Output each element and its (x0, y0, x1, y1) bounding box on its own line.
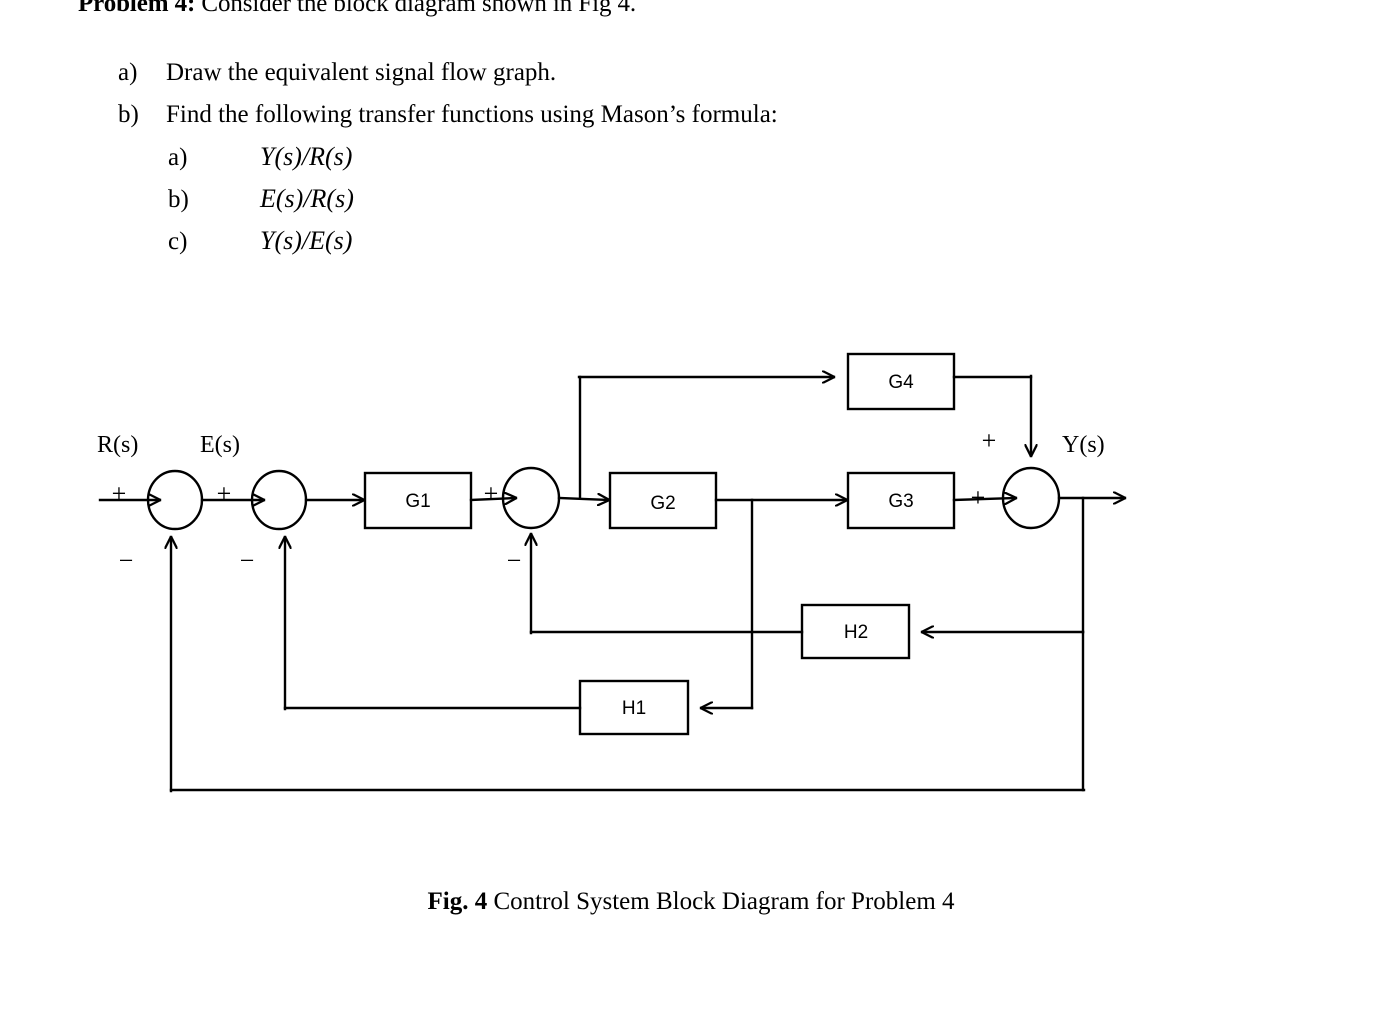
signal-label-r: R(s) (97, 432, 138, 458)
sign-s4-plus-top: + (982, 426, 997, 455)
sign-s3-plus: + (484, 479, 499, 508)
block-h2-label: H2 (844, 622, 868, 643)
sign-s1-minus: − (119, 546, 134, 575)
block-diagram: G1 G2 G3 G4 H1 H2 R(s) E(s) Y(s) + − + −… (97, 352, 1127, 793)
sign-s2-minus: − (240, 546, 255, 575)
block-g3-label: G3 (888, 491, 913, 512)
figure-caption: Fig. 4 Control System Block Diagram for … (0, 888, 1382, 916)
sign-s3-minus: − (507, 546, 522, 575)
figure-caption-number: Fig. 4 (427, 888, 488, 915)
block-g1-label: G1 (405, 491, 430, 512)
sign-s4-plus-left: + (971, 483, 986, 512)
wire-s3-to-g2 (557, 498, 609, 500)
signal-label-e: E(s) (200, 432, 240, 458)
signal-label-y: Y(s) (1062, 432, 1105, 458)
block-h1-label: H1 (622, 698, 646, 719)
sign-s2-plus: + (217, 479, 232, 508)
worksheet-page: Problem 4: Consider the block diagram sh… (0, 0, 1382, 1022)
block-g2-label: G2 (650, 493, 675, 514)
figure-caption-text: Control System Block Diagram for Problem… (487, 888, 955, 915)
sign-s1-plus: + (112, 479, 127, 508)
block-g4-label: G4 (888, 372, 914, 393)
